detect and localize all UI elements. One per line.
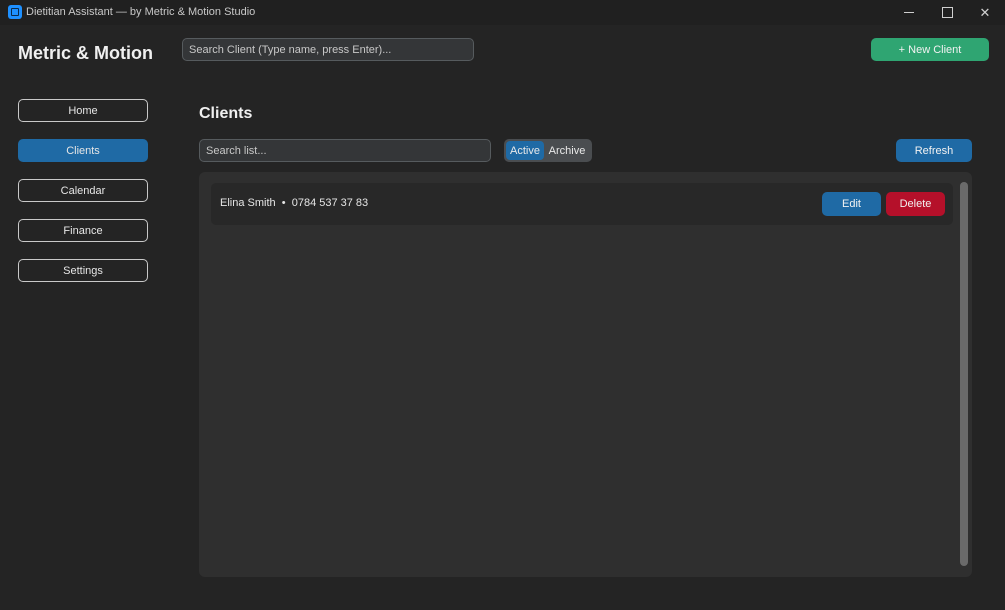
filter-archive-option[interactable]: Archive [544, 141, 590, 160]
minimize-icon[interactable] [890, 0, 928, 25]
refresh-button[interactable]: Refresh [896, 139, 972, 162]
sidebar-item-home[interactable]: Home [18, 99, 148, 122]
new-client-button[interactable]: + New Client [871, 38, 989, 61]
client-search-input[interactable] [182, 38, 474, 61]
list-search-input[interactable] [199, 139, 491, 162]
sidebar-item-finance[interactable]: Finance [18, 219, 148, 242]
client-summary: Elina Smith • 0784 537 37 83 [220, 197, 369, 209]
close-icon[interactable]: ✕ [966, 0, 1004, 25]
page-title: Clients [199, 105, 253, 122]
sidebar-item-clients[interactable]: Clients [18, 139, 148, 162]
title-bar: Dietitian Assistant — by Metric & Motion… [0, 0, 1005, 25]
client-list: Elina Smith • 0784 537 37 83 Edit Delete [199, 172, 972, 577]
list-scrollbar[interactable] [960, 182, 968, 566]
delete-client-button[interactable]: Delete [886, 192, 945, 216]
sidebar-item-calendar[interactable]: Calendar [18, 179, 148, 202]
app-logo: Metric & Motion [18, 43, 153, 63]
status-filter-toggle: Active Archive [504, 139, 592, 162]
sidebar-item-settings[interactable]: Settings [18, 259, 148, 282]
filter-active-option[interactable]: Active [506, 141, 544, 160]
app-icon [8, 5, 22, 19]
window-title: Dietitian Assistant — by Metric & Motion… [26, 6, 256, 18]
list-item: Elina Smith • 0784 537 37 83 Edit Delete [211, 183, 953, 225]
maximize-icon[interactable] [928, 0, 966, 25]
edit-client-button[interactable]: Edit [822, 192, 881, 216]
